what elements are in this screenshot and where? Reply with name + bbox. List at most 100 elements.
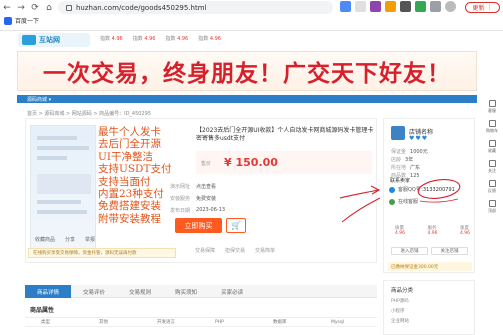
cart-icon: [488, 120, 496, 127]
product-title: 【2023去后门全开源UI收款】个人自动发卡网商城源码发卡管理卡密寄售多usdt…: [196, 127, 374, 142]
site-logo[interactable]: 互站网: [18, 33, 90, 47]
edit-icon: [488, 180, 496, 187]
meta-install: 安装服务 免费安装: [170, 196, 217, 202]
puzzle-icon[interactable]: [400, 1, 411, 12]
meta-date: 发布日期 2023-06-13: [170, 207, 226, 214]
side-link[interactable]: 小程序: [391, 308, 405, 314]
logo-mark: [22, 35, 36, 45]
ticker-item: 指数 4.96: [198, 36, 221, 42]
bookmark-item[interactable]: 百度一下: [4, 16, 39, 25]
address-bar[interactable]: huzhan.com/code/goods450295.html: [58, 1, 333, 14]
tab-rules[interactable]: 交易规则: [117, 285, 163, 298]
guarantee-item: 担保交易: [225, 248, 246, 254]
report-button[interactable]: 举报: [85, 236, 95, 243]
float-cart-button[interactable]: 购物车: [485, 120, 499, 133]
star-icon[interactable]: [355, 1, 366, 12]
side-link[interactable]: 企业网站: [391, 318, 409, 324]
tab-buyer-guide[interactable]: 买家必读: [209, 285, 255, 298]
sidebar-icon[interactable]: [430, 1, 441, 12]
back-icon[interactable]: ←: [0, 1, 14, 15]
update-label: 更新: [472, 5, 485, 12]
chat-icon: [389, 198, 395, 205]
banner-text: 一次交易，终身朋友！广交天下好友！: [43, 61, 451, 87]
qq-contact[interactable]: 客服QQ号：: [389, 186, 426, 193]
cart-icon[interactable]: 🛒: [226, 218, 246, 233]
ticker-item: 指数 4.96: [165, 36, 189, 42]
profile-avatar[interactable]: [445, 1, 456, 12]
detail-tabs: 商品详情 交易评价 交易规则 购买须知 买家必读: [25, 285, 377, 298]
tab-reviews[interactable]: 交易评价: [71, 285, 117, 298]
shop-info-line: 保证金 1000元: [391, 149, 428, 155]
promo-line: 去后门全开源: [98, 138, 161, 151]
site-header: 互站网 指数 4.96 指数 4.96 指数 4.96 指数 4.96: [0, 31, 485, 48]
follow-shop-button[interactable]: 关注店铺: [431, 247, 468, 255]
contact-heading: 联系卖家: [390, 178, 411, 184]
table-row: 类型 其他 开发语言 PHP 数据库 Mysql: [25, 318, 377, 327]
stat-speed: 速度 4.96: [459, 226, 470, 236]
headset-icon: [488, 100, 496, 107]
shop-avatar[interactable]: [391, 126, 405, 140]
star-icon: [488, 140, 496, 147]
promo-banner: 一次交易，终身朋友！广交天下好友！: [17, 51, 477, 91]
price-label: 售价: [201, 161, 212, 167]
ticker-item: 指数 4.96: [132, 36, 156, 42]
stat-quality: 质量 4.96: [395, 226, 406, 236]
fox-extension-icon[interactable]: [385, 1, 396, 12]
qq-icon: [389, 186, 395, 193]
guarantee-row: 交易保障 担保交易 交易简单: [195, 247, 275, 254]
float-toolbar: 客服 购物车 收藏 关注 反馈 顶部: [485, 100, 499, 213]
buy-now-button[interactable]: 立即购买: [175, 218, 222, 233]
price-box: 售价 ¥ 150.00: [196, 151, 372, 174]
float-follow-button[interactable]: 关注: [485, 160, 499, 173]
tab-notes[interactable]: 购买须知: [163, 285, 209, 298]
qq-number: 3133200791: [423, 187, 455, 193]
shop-stats: 质量 4.96 服务 4.96 速度 4.96: [395, 225, 470, 236]
demo-link[interactable]: 点击查看: [196, 183, 216, 190]
side-block-title: 商品分类: [391, 288, 414, 294]
promo-line: UI干净整洁: [98, 150, 153, 163]
forward-icon[interactable]: →: [14, 1, 28, 15]
home-icon[interactable]: ⌂: [42, 1, 56, 15]
shop-info-line: 所在地 广东: [391, 165, 421, 171]
bookmark-label: 百度一下: [15, 18, 40, 25]
shop-buttons: 进入店铺 关注店铺: [391, 247, 468, 255]
update-button[interactable]: 更新 ⋮: [465, 2, 500, 13]
guarantee-item: 交易简单: [255, 248, 276, 254]
category-nav: 源码商城 ▾: [17, 95, 477, 103]
float-service-button[interactable]: 客服: [485, 100, 499, 113]
promo-line: 支持USDT支付: [98, 163, 172, 176]
ticker-item: 指数 4.96: [100, 36, 123, 42]
url-text: huzhan.com/code/goods450295.html: [76, 3, 207, 12]
enter-shop-button[interactable]: 进入店铺: [391, 247, 428, 255]
price-value: ¥ 150.00: [224, 156, 278, 169]
deposit-badge: 已缴纳保证金300.00元: [388, 262, 472, 271]
side-link[interactable]: PHP源码: [391, 298, 409, 304]
product-screenshot[interactable]: [30, 125, 96, 249]
translate-icon[interactable]: [340, 1, 351, 12]
more-icon: ⋮: [486, 4, 493, 11]
category-side-block: 商品分类 PHP源码 小程序 企业网站: [383, 280, 475, 335]
float-fav-button[interactable]: 收藏: [485, 140, 499, 153]
baidu-icon: [4, 16, 12, 25]
category-menu[interactable]: 源码商城 ▾: [27, 96, 51, 103]
tab-details[interactable]: 商品详情: [25, 285, 72, 298]
spec-table: 类型 其他 开发语言 PHP 数据库 Mysql: [25, 317, 377, 335]
float-top-button[interactable]: 顶部: [485, 200, 499, 213]
lock-icon: [66, 4, 72, 11]
extension-icon-green[interactable]: [415, 1, 426, 12]
breadcrumb: 首页 > 源码商城 > 网站源码 > 商品编号：ID_450295: [27, 111, 152, 117]
share-row: 收藏商品 分享 举报: [35, 236, 95, 243]
extension-icon[interactable]: [370, 1, 381, 12]
browser-chrome: ← → ⟳ ⌂ huzhan.com/code/goods450295.html…: [0, 0, 503, 31]
favorite-button[interactable]: 收藏商品: [35, 236, 55, 243]
extensions-row: [340, 1, 456, 12]
share-button[interactable]: 分享: [65, 236, 75, 243]
shop-info-line: 店龄 3年: [391, 157, 414, 163]
logo-text: 互站网: [39, 36, 60, 44]
reload-icon[interactable]: ⟳: [28, 1, 42, 15]
score-ticker: 指数 4.96 指数 4.96 指数 4.96 指数 4.96: [100, 35, 221, 42]
guarantee-item: 交易保障: [195, 248, 216, 254]
stat-service: 服务 4.96: [427, 226, 438, 236]
float-feedback-button[interactable]: 反馈: [485, 180, 499, 193]
online-service[interactable]: 在线客服: [389, 198, 418, 205]
